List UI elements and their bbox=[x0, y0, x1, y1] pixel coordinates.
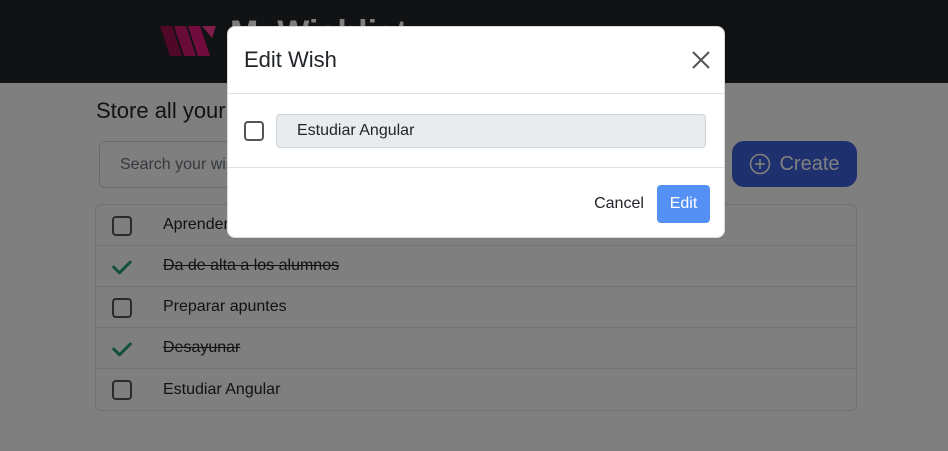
cancel-button[interactable]: Cancel bbox=[571, 185, 667, 223]
wish-edit-input[interactable] bbox=[276, 114, 706, 148]
done-checkbox[interactable] bbox=[244, 121, 264, 141]
modal-title: Edit Wish bbox=[244, 47, 337, 72]
edit-wish-modal: Edit Wish Cancel Edit bbox=[227, 26, 725, 238]
modal-body bbox=[228, 94, 724, 168]
close-button[interactable] bbox=[690, 49, 712, 71]
edit-button[interactable]: Edit bbox=[657, 185, 710, 223]
modal-header: Edit Wish bbox=[228, 27, 724, 94]
close-icon bbox=[692, 51, 710, 69]
